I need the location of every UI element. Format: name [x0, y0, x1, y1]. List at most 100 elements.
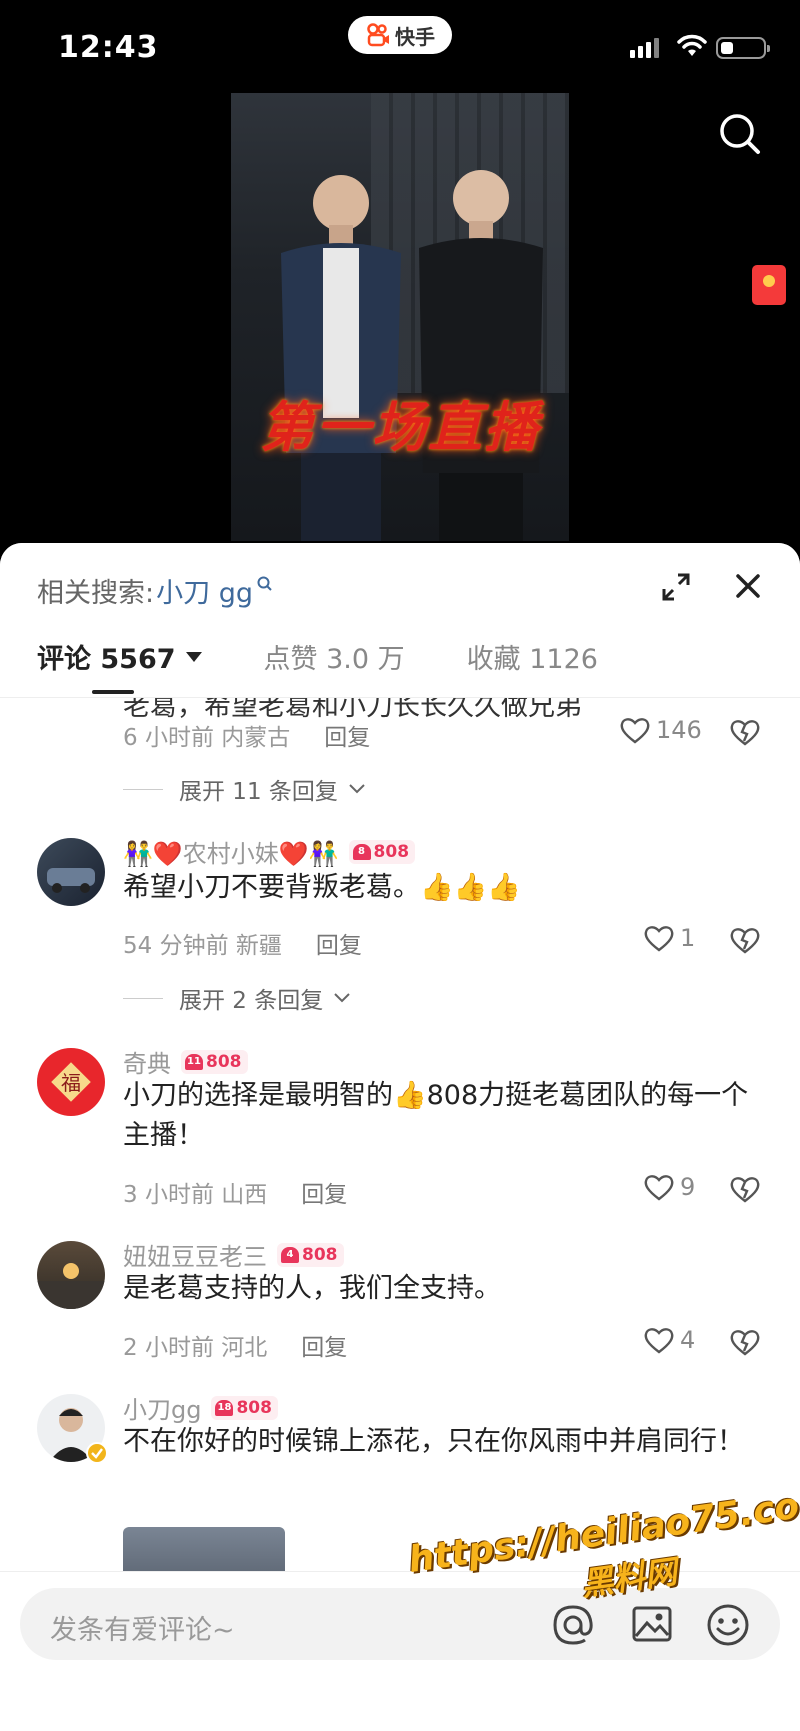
comment-meta: 54 分钟前 新疆 回复	[123, 926, 362, 960]
comment-meta: 3 小时前 山西 回复	[123, 1175, 347, 1209]
svg-text:福: 福	[61, 1071, 81, 1095]
red-packet-icon[interactable]	[752, 265, 786, 305]
like-count: 1	[680, 924, 696, 952]
battery-icon	[716, 37, 770, 59]
comment-text: 是老葛支持的人，我们全支持。	[123, 1273, 501, 1304]
badge-heart-icon: 18	[215, 1399, 234, 1416]
badge-label: 808	[206, 1051, 242, 1072]
sheet-tabs: 评论 5567 点赞 3.0 万 收藏 1126	[37, 637, 598, 676]
comment-text: 小刀的选择是最明智的👍808力挺老葛团队的每一个主播！	[123, 1080, 749, 1151]
like-count: 9	[680, 1173, 696, 1201]
like-button[interactable]: 4	[644, 1326, 695, 1354]
comment-time-location: 54 分钟前 新疆	[123, 933, 282, 959]
status-bar: 12:43 快手	[0, 0, 800, 90]
username[interactable]: 小刀gg	[123, 1390, 201, 1425]
heart-icon	[644, 1328, 674, 1354]
comment-text: 不在你好的时候锦上添花，只在你风雨中并肩同行！	[123, 1426, 744, 1457]
related-search-keyword[interactable]: 小刀 gg	[156, 571, 253, 610]
tab-comments-label: 评论 5567	[37, 644, 176, 675]
caret-down-icon	[185, 651, 202, 662]
like-count: 146	[656, 716, 702, 744]
fan-badge: 4 808	[277, 1242, 344, 1267]
dislike-heart-icon[interactable]	[730, 1328, 760, 1356]
heart-icon	[620, 718, 650, 744]
wifi-icon	[677, 34, 707, 56]
comment-user-row: 妞妞豆豆老三 4 808	[123, 1237, 344, 1272]
avatar[interactable]	[37, 1241, 105, 1309]
app-name: 快手	[395, 24, 435, 49]
username[interactable]: 奇典	[123, 1044, 171, 1079]
username[interactable]: 妞妞豆豆老三	[123, 1237, 267, 1272]
verified-icon	[86, 1442, 108, 1464]
fan-badge: 18 808	[211, 1395, 278, 1420]
cellular-signal-icon	[630, 38, 659, 58]
comment-time-location: 2 小时前 河北	[123, 1335, 268, 1361]
reply-button[interactable]: 回复	[301, 1175, 347, 1209]
comment-input-placeholder: 发条有爱评论~	[50, 1615, 235, 1646]
username[interactable]: 👫❤️农村小妹❤️👫	[123, 834, 339, 869]
heart-icon	[644, 1175, 674, 1201]
avatar[interactable]	[37, 838, 105, 906]
comment-time-location: 3 小时前 山西	[123, 1182, 268, 1208]
like-count: 4	[680, 1326, 696, 1354]
comment-user-row: 小刀gg 18 808	[123, 1390, 278, 1425]
video-person-left	[281, 175, 401, 541]
reply-button[interactable]: 回复	[324, 718, 370, 752]
comment-user-row: 👫❤️农村小妹❤️👫 8 808	[123, 834, 416, 869]
avatar[interactable]: 福	[37, 1048, 105, 1116]
video-caption: 第一场直播	[260, 395, 540, 459]
tab-comments[interactable]: 评论 5567	[37, 637, 202, 676]
reply-button[interactable]: 回复	[316, 926, 362, 960]
like-button[interactable]: 146	[620, 716, 702, 744]
badge-heart-icon: 11	[185, 1053, 203, 1070]
fan-badge: 11 808	[181, 1049, 248, 1074]
app-indicator[interactable]: 快手	[348, 16, 452, 54]
reply-button[interactable]: 回复	[301, 1328, 347, 1362]
expand-replies-label: 展开 2 条回复	[179, 988, 324, 1014]
dislike-heart-icon[interactable]	[730, 718, 760, 746]
search-icon[interactable]	[718, 112, 762, 156]
tab-favorites[interactable]: 收藏 1126	[467, 637, 598, 676]
status-time: 12:43	[58, 30, 159, 65]
badge-heart-icon: 8	[352, 843, 371, 860]
tab-likes[interactable]: 点赞 3.0 万	[264, 637, 405, 676]
badge-heart-icon: 4	[281, 1246, 299, 1263]
chevron-down-icon	[334, 993, 350, 1003]
tab-underline	[92, 690, 134, 694]
expand-replies[interactable]: 展开 11 条回复	[123, 772, 366, 806]
like-button[interactable]: 1	[644, 924, 695, 952]
fan-badge: 8 808	[348, 839, 416, 864]
small-search-icon	[257, 576, 272, 591]
close-icon[interactable]	[733, 571, 763, 601]
comment-time-location: 6 小时前 内蒙古	[123, 725, 291, 751]
expand-replies[interactable]: 展开 2 条回复	[123, 981, 351, 1015]
related-search[interactable]: 相关搜索: 小刀 gg	[37, 571, 273, 610]
chevron-down-icon	[349, 784, 365, 794]
video-player[interactable]: 第一场直播	[231, 93, 569, 541]
expand-icon[interactable]	[660, 571, 692, 603]
badge-label: 808	[373, 841, 410, 862]
avatar-car-image	[47, 868, 95, 893]
comment-meta: 2 小时前 河北 回复	[123, 1328, 347, 1362]
comment-input-bar: 发条有爱评论~	[0, 1571, 800, 1731]
heart-icon	[644, 926, 674, 952]
video-person-right	[419, 170, 543, 541]
comment-input[interactable]: 发条有爱评论~	[20, 1588, 780, 1660]
comment-meta: 6 小时前 内蒙古 回复	[123, 718, 370, 752]
badge-label: 808	[236, 1397, 272, 1418]
dislike-heart-icon[interactable]	[730, 926, 760, 954]
sheet-header: 相关搜索: 小刀 gg 评论 5567 点赞 3.0 万 收藏 1126	[0, 543, 800, 698]
related-search-label: 相关搜索:	[37, 578, 155, 609]
avatar-fu-image: 福	[51, 1062, 91, 1102]
comment-text: 希望小刀不要背叛老葛。👍👍👍	[123, 872, 521, 903]
badge-label: 808	[302, 1244, 338, 1265]
expand-replies-label: 展开 11 条回复	[179, 779, 338, 805]
dislike-heart-icon[interactable]	[730, 1175, 760, 1203]
like-button[interactable]: 9	[644, 1173, 695, 1201]
avatar-sunset-image	[37, 1263, 105, 1309]
comment-list[interactable]: 老葛，希望老葛和小刀长长久久做兄弟 6 小时前 内蒙古 回复 146 展开 11…	[0, 698, 800, 1576]
emoji-icon[interactable]	[705, 1602, 751, 1648]
comment-user-row: 奇典 11 808	[123, 1044, 248, 1079]
kuaishou-logo-icon	[367, 23, 389, 47]
image-icon[interactable]	[630, 1602, 674, 1646]
